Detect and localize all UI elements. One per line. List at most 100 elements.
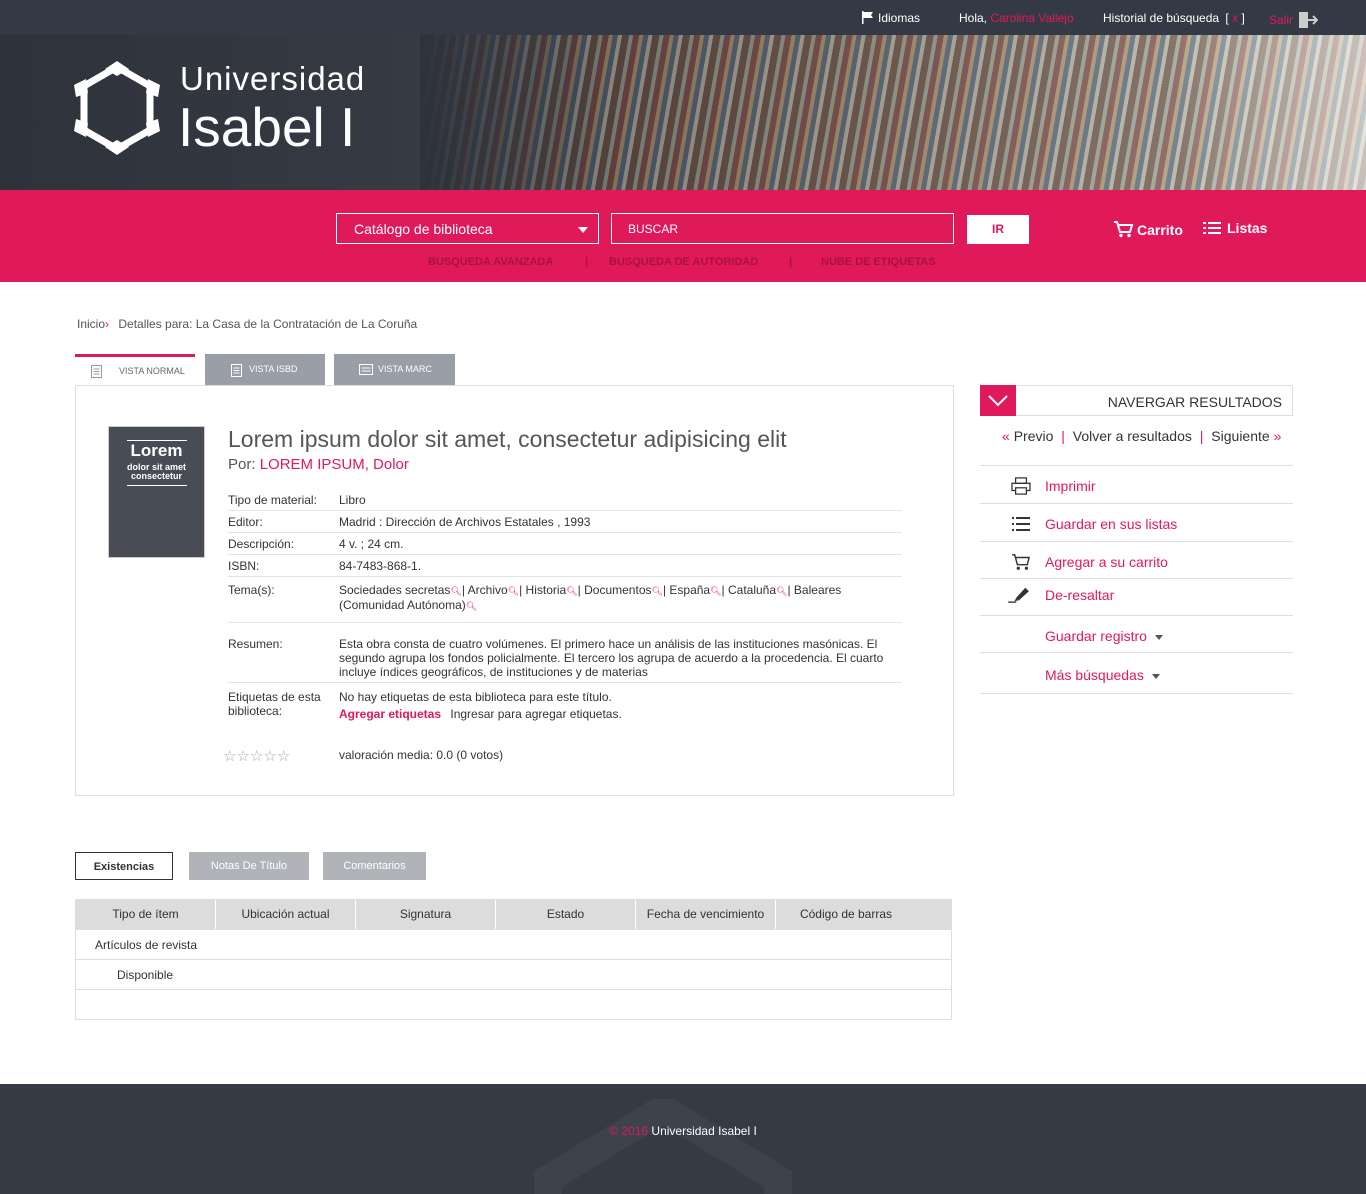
star-icon[interactable]: ☆: [263, 748, 276, 765]
search-history-link[interactable]: Historial de búsqueda: [1103, 11, 1219, 25]
detail-row-isbn: ISBN: 84-7483-868-1.: [228, 555, 902, 577]
search-history: Historial de búsqueda [ x ]: [1103, 11, 1245, 25]
add-tags-link[interactable]: Agregar etiquetas: [339, 707, 441, 721]
lists-label: Listas: [1227, 220, 1268, 236]
detail-row-tags: Etiquetas de esta biblioteca: No hay eti…: [228, 683, 902, 724]
copyright-org: Universidad Isabel I: [651, 1124, 757, 1138]
card-icon: [359, 364, 373, 375]
star-icon[interactable]: ☆: [223, 748, 236, 765]
languages-menu[interactable]: Idiomas: [861, 11, 920, 25]
save-record-label: Guardar registro: [1045, 628, 1163, 644]
author-link[interactable]: LOREM IPSUM, Dolor: [260, 456, 409, 473]
tab-isbd-view[interactable]: VISTA ISBD: [205, 354, 325, 385]
tab-normal-view[interactable]: VISTA NORMAL: [75, 354, 195, 385]
separator: |: [585, 256, 589, 268]
back-to-results-link[interactable]: Volver a resultados: [1073, 428, 1192, 444]
subject-link[interactable]: Cataluña: [728, 583, 776, 597]
table-header: Tipo de ítem Ubicación actual Signatura …: [76, 900, 951, 929]
greeting-label: Hola,: [959, 11, 988, 25]
more-searches-dropdown[interactable]: Más búsquedas: [980, 652, 1293, 694]
column-header: Ubicación actual: [216, 900, 356, 929]
brand-line2: Isabel I: [178, 96, 356, 158]
tab-holdings[interactable]: Existencias: [75, 852, 173, 880]
catalog-select[interactable]: Catálogo de biblioteca: [336, 213, 599, 244]
navigate-results-header: NAVERGAR RESULTADOS: [980, 385, 1293, 416]
cover-subtitle: dolor sit amet consectetur: [126, 462, 186, 481]
caret-down-icon: [1154, 634, 1163, 640]
top-bar: Idiomas Hola, Carolina Vallejo Historial…: [0, 0, 1366, 35]
record-panel: Lorem dolor sit amet consectetur Lorem i…: [75, 385, 954, 796]
lists-link[interactable]: Listas: [1203, 220, 1267, 236]
copyright-year: © 2016: [609, 1124, 649, 1138]
search-icon[interactable]: 🔍︎: [652, 586, 663, 596]
star-icon[interactable]: ☆: [277, 748, 290, 765]
advanced-search-link[interactable]: BUSQUEDA AVANZADA: [428, 256, 553, 268]
highlighter-icon: [1008, 587, 1029, 603]
list-icon: [1203, 222, 1221, 234]
tab-marc-label: VISTA MARC: [378, 364, 432, 374]
search-icon[interactable]: 🔍︎: [508, 586, 519, 596]
list-icon: [1012, 517, 1030, 531]
document-icon: [91, 365, 102, 378]
brand-line1: Universidad: [180, 60, 366, 97]
column-header: Código de barras: [799, 907, 893, 921]
cart-link[interactable]: Carrito: [1113, 220, 1183, 238]
column-header: Signatura: [356, 900, 496, 929]
author-label: Por:: [228, 456, 256, 473]
subject-link[interactable]: Sociedades secretas: [339, 583, 450, 597]
subject-link[interactable]: Historia: [526, 583, 567, 597]
search-input[interactable]: [611, 213, 954, 244]
printer-icon: [1011, 477, 1031, 495]
search-icon[interactable]: 🔍︎: [566, 586, 577, 596]
document-icon: [231, 364, 242, 377]
star-rating[interactable]: ☆☆☆☆☆: [223, 747, 290, 765]
logout-label: Salir: [1269, 13, 1294, 27]
tab-comments[interactable]: Comentarios: [323, 852, 426, 880]
search-band: Catálogo de biblioteca IR Carrito Listas…: [0, 190, 1366, 282]
user-name-link[interactable]: Carolina Vallejo: [990, 11, 1073, 25]
tab-title-notes[interactable]: Notas De Título: [189, 852, 309, 880]
subject-link[interactable]: Archivo: [468, 583, 508, 597]
clear-history-link[interactable]: x: [1232, 11, 1238, 25]
detail-row-subjects: Tema(s): Sociedades secretas🔍︎| Archivo🔍…: [228, 577, 902, 623]
authority-search-link[interactable]: BUSQUEDA DE AUTORIDAD: [609, 256, 758, 268]
add-to-cart-action[interactable]: Agregar a su carrito: [980, 541, 1293, 579]
search-icon[interactable]: 🔍︎: [776, 586, 787, 596]
prev-mark-icon: «: [1002, 428, 1010, 444]
more-searches-label: Más búsquedas: [1045, 667, 1160, 683]
search-icon[interactable]: 🔍︎: [450, 586, 461, 596]
search-icon[interactable]: 🔍︎: [710, 586, 721, 596]
flag-icon: [862, 11, 873, 24]
logout-link[interactable]: Salir: [1269, 11, 1319, 29]
subject-link[interactable]: Documentos: [584, 583, 651, 597]
go-button[interactable]: IR: [967, 215, 1029, 244]
detail-row-publisher: Editor: Madrid : Dirección de Archivos E…: [228, 511, 902, 533]
tab-marc-view[interactable]: VISTA MARC: [334, 354, 455, 385]
tag-cloud-link[interactable]: NUBE DE ETIQUETAS: [821, 256, 936, 268]
star-icon[interactable]: ☆: [250, 748, 263, 765]
breadcrumb: Inicio› Detalles para: La Casa de la Con…: [77, 317, 417, 331]
catalog-select-value: Catálogo de biblioteca: [354, 221, 493, 237]
unhighlight-action[interactable]: De-resaltar: [980, 578, 1293, 616]
search-icon[interactable]: 🔍︎: [466, 601, 477, 611]
subject-link[interactable]: España: [669, 583, 710, 597]
column-header: Estado: [496, 900, 636, 929]
table-row: Disponible: [76, 959, 951, 989]
hero-banner: Universidad Isabel I: [0, 35, 1366, 190]
print-action[interactable]: Imprimir: [980, 465, 1293, 503]
navigate-results-title: NAVERGAR RESULTADOS: [1107, 394, 1282, 410]
greeting: Hola, Carolina Vallejo: [959, 11, 1074, 25]
save-record-dropdown[interactable]: Guardar registro: [980, 615, 1293, 653]
separator: |: [1199, 428, 1204, 444]
detail-row-summary: Resumen: Esta obra consta de cuatro volú…: [228, 623, 902, 683]
breadcrumb-home[interactable]: Inicio: [77, 317, 105, 331]
star-icon[interactable]: ☆: [236, 748, 249, 765]
save-to-lists-action[interactable]: Guardar en sus listas: [980, 503, 1293, 541]
university-logo-icon: [74, 61, 160, 155]
next-link[interactable]: Siguiente: [1211, 428, 1269, 444]
chevron-down-icon[interactable]: [980, 385, 1016, 416]
prev-link[interactable]: Previo: [1014, 428, 1054, 444]
footer: © 2016 Universidad Isabel I: [0, 1084, 1366, 1194]
login-to-tag-text: Ingresar para agregar etiquetas.: [450, 707, 622, 721]
cart-icon: [1012, 554, 1031, 570]
